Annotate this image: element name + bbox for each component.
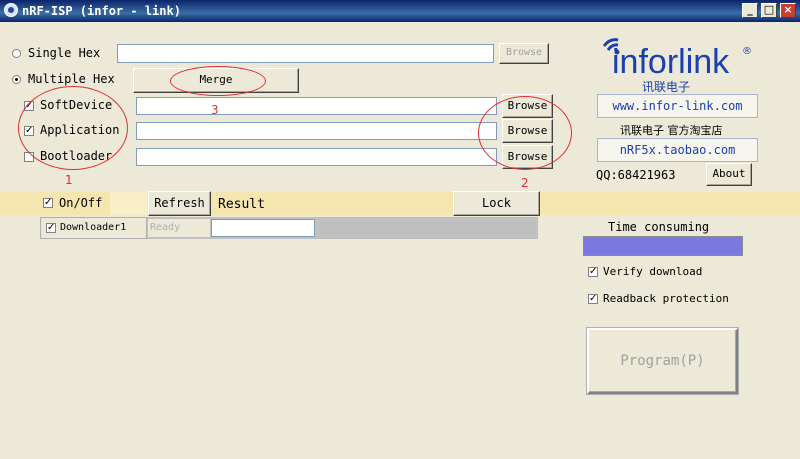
- downloader-name: Downloader1: [60, 222, 127, 233]
- readback-protection-checkbox[interactable]: ✓: [588, 294, 598, 304]
- annotation-number-2: 2: [521, 176, 529, 190]
- lock-button[interactable]: Lock: [453, 191, 540, 216]
- close-button[interactable]: ×: [780, 3, 796, 18]
- window-title: nRF-ISP (infor - link): [22, 4, 181, 18]
- annotation-number-1: 1: [65, 173, 73, 187]
- onoff-spacer: [110, 192, 148, 215]
- taobao-link[interactable]: nRF5x.taobao.com: [597, 138, 758, 162]
- logo-chinese-name: 讯联电子: [642, 80, 691, 94]
- single-hex-browse-button[interactable]: Browse: [499, 43, 549, 64]
- annotation-number-3: 3: [211, 103, 219, 117]
- program-button[interactable]: Program(P): [586, 327, 739, 395]
- bootloader-path-field[interactable]: [136, 148, 497, 166]
- app-icon: [4, 3, 18, 17]
- minimize-button[interactable]: _: [742, 3, 758, 18]
- time-consuming-bar: [583, 236, 743, 256]
- annotation-circle-checkboxes: [18, 86, 128, 170]
- time-consuming-label: Time consuming: [608, 220, 710, 234]
- downloader-status: Ready: [148, 219, 210, 237]
- softdevice-path-field[interactable]: [136, 97, 497, 115]
- registered-mark: ®: [742, 46, 752, 57]
- multiple-hex-label: Multiple Hex: [28, 72, 115, 86]
- onoff-label: On/Off: [59, 196, 103, 210]
- qq-number: QQ:68421963: [596, 168, 676, 182]
- title-bar: nRF-ISP (infor - link) _ □ ×: [0, 0, 800, 22]
- result-label: Result: [218, 197, 265, 212]
- multiple-hex-radio[interactable]: [12, 75, 21, 84]
- logo-text: inforlink: [612, 43, 730, 81]
- about-button[interactable]: About: [706, 163, 752, 186]
- application-path-field[interactable]: [136, 122, 497, 140]
- verify-download-checkbox[interactable]: ✓: [588, 267, 598, 277]
- downloader-checkbox[interactable]: ✓: [46, 223, 56, 233]
- single-hex-label: Single Hex: [28, 46, 101, 60]
- maximize-button[interactable]: □: [761, 3, 777, 18]
- verify-download-label: Verify download: [603, 265, 703, 278]
- website-link[interactable]: www.infor-link.com: [597, 94, 758, 118]
- annotation-circle-browse: [478, 96, 572, 170]
- downloader-result-field: [211, 219, 315, 237]
- annotation-circle-merge: [170, 66, 266, 96]
- single-hex-path-field[interactable]: [117, 44, 494, 63]
- onoff-checkbox[interactable]: ✓: [43, 198, 53, 208]
- readback-protection-label: Readback protection: [603, 292, 729, 305]
- shop-label: 讯联电子 官方淘宝店: [620, 124, 723, 137]
- refresh-button[interactable]: Refresh: [148, 191, 211, 216]
- single-hex-radio[interactable]: [12, 49, 21, 58]
